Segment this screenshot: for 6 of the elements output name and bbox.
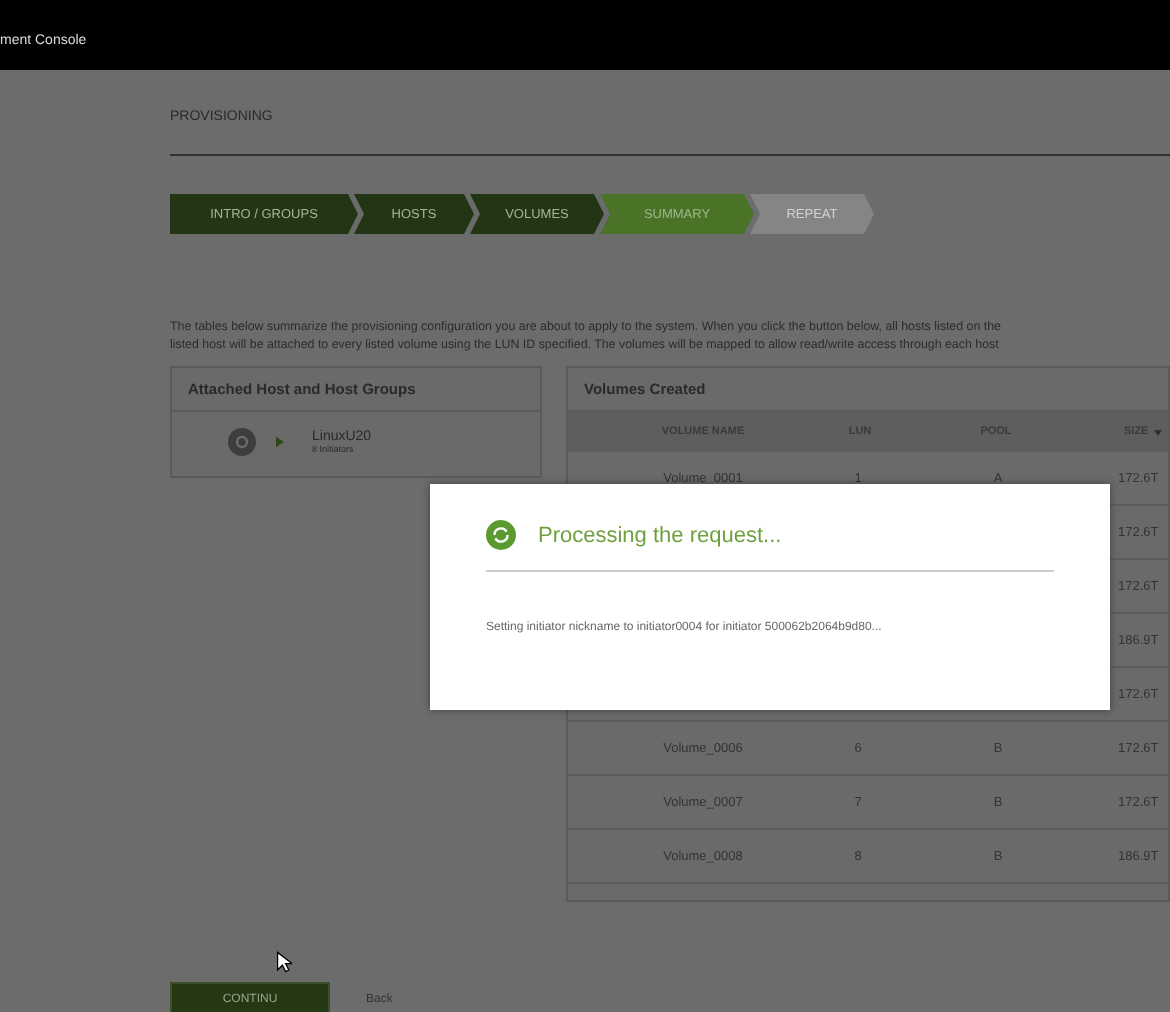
- dialog-title: Processing the request...: [538, 523, 782, 547]
- host-icon: [228, 428, 256, 456]
- sort-icon[interactable]: [1154, 429, 1163, 435]
- spinner-icon: [486, 520, 516, 550]
- expand-icon[interactable]: [276, 436, 284, 448]
- mouse-cursor-icon: [276, 950, 292, 974]
